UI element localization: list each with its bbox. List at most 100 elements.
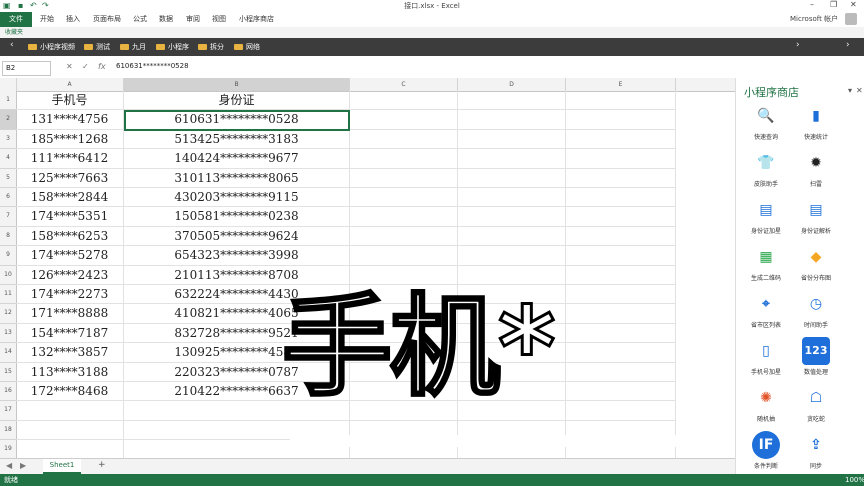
tool-button[interactable]: ▯ 手机号加星: [743, 337, 789, 376]
grid-cell[interactable]: [350, 149, 458, 169]
column-header-c[interactable]: C: [350, 78, 458, 91]
tool-button[interactable]: ▦ 生成二维码: [743, 243, 789, 282]
favorite-item[interactable]: 九月: [120, 41, 146, 53]
grid-cell[interactable]: [458, 149, 566, 169]
grid-cell[interactable]: 172****8468: [16, 382, 124, 402]
grid-cell[interactable]: 113****3188: [16, 362, 124, 382]
grid-cell[interactable]: [16, 440, 124, 460]
grid-cell[interactable]: [566, 265, 676, 285]
tool-button[interactable]: 👕 皮肤助手: [743, 149, 789, 188]
grid-cell[interactable]: 174****5351: [16, 207, 124, 227]
grid-cell[interactable]: [458, 246, 566, 266]
grid-cell[interactable]: [458, 110, 566, 130]
row-header[interactable]: 7: [0, 207, 17, 227]
grid-cell[interactable]: [566, 343, 676, 363]
grid-cell[interactable]: 126****2423: [16, 265, 124, 285]
column-header-d[interactable]: D: [458, 78, 566, 91]
tab-mini-program-store[interactable]: 小程序商店: [239, 12, 274, 27]
column-header-a[interactable]: A: [16, 78, 124, 91]
tab-data[interactable]: 数据: [159, 12, 173, 27]
grid-cell[interactable]: [566, 285, 676, 305]
tab-home[interactable]: 开始: [40, 12, 54, 27]
tool-button[interactable]: ◆ 省份分布图: [793, 243, 839, 282]
grid-cell[interactable]: 513425********3183: [124, 129, 350, 150]
tool-button[interactable]: ☖ 贪吃蛇: [793, 384, 839, 423]
grid-cell[interactable]: 125****7663: [16, 168, 124, 188]
formula-input[interactable]: 610631********0528: [116, 62, 189, 70]
grid-cell[interactable]: 174****5278: [16, 246, 124, 266]
row-header[interactable]: 17: [0, 401, 17, 421]
grid-cell[interactable]: 430203********9115: [124, 188, 350, 208]
grid-cell[interactable]: [566, 188, 676, 208]
grid-cell[interactable]: [566, 91, 676, 111]
tool-button[interactable]: ✹ 扫雷: [793, 149, 839, 188]
add-sheet-button[interactable]: +: [98, 460, 106, 470]
row-header[interactable]: 4: [0, 149, 17, 169]
grid-cell[interactable]: [566, 110, 676, 130]
tool-button[interactable]: ▤ 身份证加星: [743, 196, 789, 235]
select-all-corner[interactable]: [0, 78, 17, 91]
restore-icon[interactable]: ❐: [830, 0, 837, 9]
favorite-item[interactable]: 小程序: [156, 41, 189, 53]
grid-cell[interactable]: [350, 246, 458, 266]
grid-cell[interactable]: 171****8888: [16, 304, 124, 324]
row-header[interactable]: 1: [0, 91, 17, 111]
chevron-left-icon[interactable]: ‹: [10, 40, 14, 50]
tab-insert[interactable]: 插入: [66, 12, 80, 27]
row-header[interactable]: 6: [0, 188, 17, 208]
tool-button[interactable]: ▤ 身份证解析: [793, 196, 839, 235]
tab-view[interactable]: 视图: [212, 12, 226, 27]
avatar[interactable]: [845, 13, 857, 25]
tab-page-layout[interactable]: 页面布局: [93, 12, 121, 27]
row-header[interactable]: 16: [0, 382, 17, 402]
zoom-level[interactable]: 100%: [845, 474, 864, 486]
grid-cell[interactable]: [566, 129, 676, 150]
grid-cell[interactable]: [350, 110, 458, 130]
grid-cell[interactable]: 身份证: [124, 91, 350, 111]
chevron-right-icon[interactable]: ›: [796, 40, 800, 50]
pin-icon[interactable]: ▾: [848, 86, 852, 95]
tool-button[interactable]: 123 数值处理: [793, 337, 839, 376]
name-box[interactable]: B2: [2, 61, 51, 76]
grid-cell[interactable]: [458, 188, 566, 208]
grid-cell[interactable]: [566, 149, 676, 169]
grid-cell[interactable]: 158****6253: [16, 226, 124, 247]
grid-cell[interactable]: 185****1268: [16, 129, 124, 150]
column-header-b[interactable]: B: [124, 78, 350, 91]
close-icon[interactable]: ✕: [856, 86, 863, 95]
grid-cell[interactable]: 654323********3998: [124, 246, 350, 266]
close-icon[interactable]: ✕: [850, 0, 857, 9]
grid-cell[interactable]: [566, 226, 676, 247]
grid-cell[interactable]: 370505********9624: [124, 226, 350, 247]
tool-button[interactable]: ⌖ 省市区列表: [743, 290, 789, 329]
account-label[interactable]: Microsoft 帐户: [790, 12, 838, 27]
row-header[interactable]: 8: [0, 226, 17, 247]
grid-cell[interactable]: 310113********8065: [124, 168, 350, 188]
tool-button[interactable]: 🔍 快速查询: [743, 102, 789, 141]
grid-cell[interactable]: [16, 401, 124, 421]
sheet-tab[interactable]: Sheet1: [43, 459, 81, 474]
favorite-item[interactable]: 拆分: [198, 41, 224, 53]
favorite-item[interactable]: 测试: [84, 41, 110, 53]
grid-cell[interactable]: 154****7187: [16, 323, 124, 344]
chevron-right-icon[interactable]: ›: [846, 40, 850, 50]
row-header[interactable]: 15: [0, 362, 17, 382]
row-header[interactable]: 14: [0, 343, 17, 363]
grid-cell[interactable]: [458, 207, 566, 227]
sheet-prev-icon[interactable]: ◀: [6, 461, 12, 470]
grid-cell[interactable]: 132****3857: [16, 343, 124, 363]
grid-cell[interactable]: 150581********0238: [124, 207, 350, 227]
grid-cell[interactable]: [350, 207, 458, 227]
grid-cell[interactable]: [350, 91, 458, 111]
grid-cell[interactable]: [350, 129, 458, 150]
tab-file[interactable]: 文件: [0, 12, 32, 27]
grid-cell[interactable]: 111****6412: [16, 149, 124, 169]
grid-cell[interactable]: [566, 207, 676, 227]
row-header[interactable]: 18: [0, 420, 17, 441]
tool-button[interactable]: ▮ 快速统计: [793, 102, 839, 141]
row-header[interactable]: 19: [0, 440, 17, 460]
tool-button[interactable]: ◷ 时间助手: [793, 290, 839, 329]
grid-cell[interactable]: [566, 246, 676, 266]
confirm-icon[interactable]: ✓: [82, 62, 89, 71]
minimize-icon[interactable]: –: [810, 0, 814, 9]
